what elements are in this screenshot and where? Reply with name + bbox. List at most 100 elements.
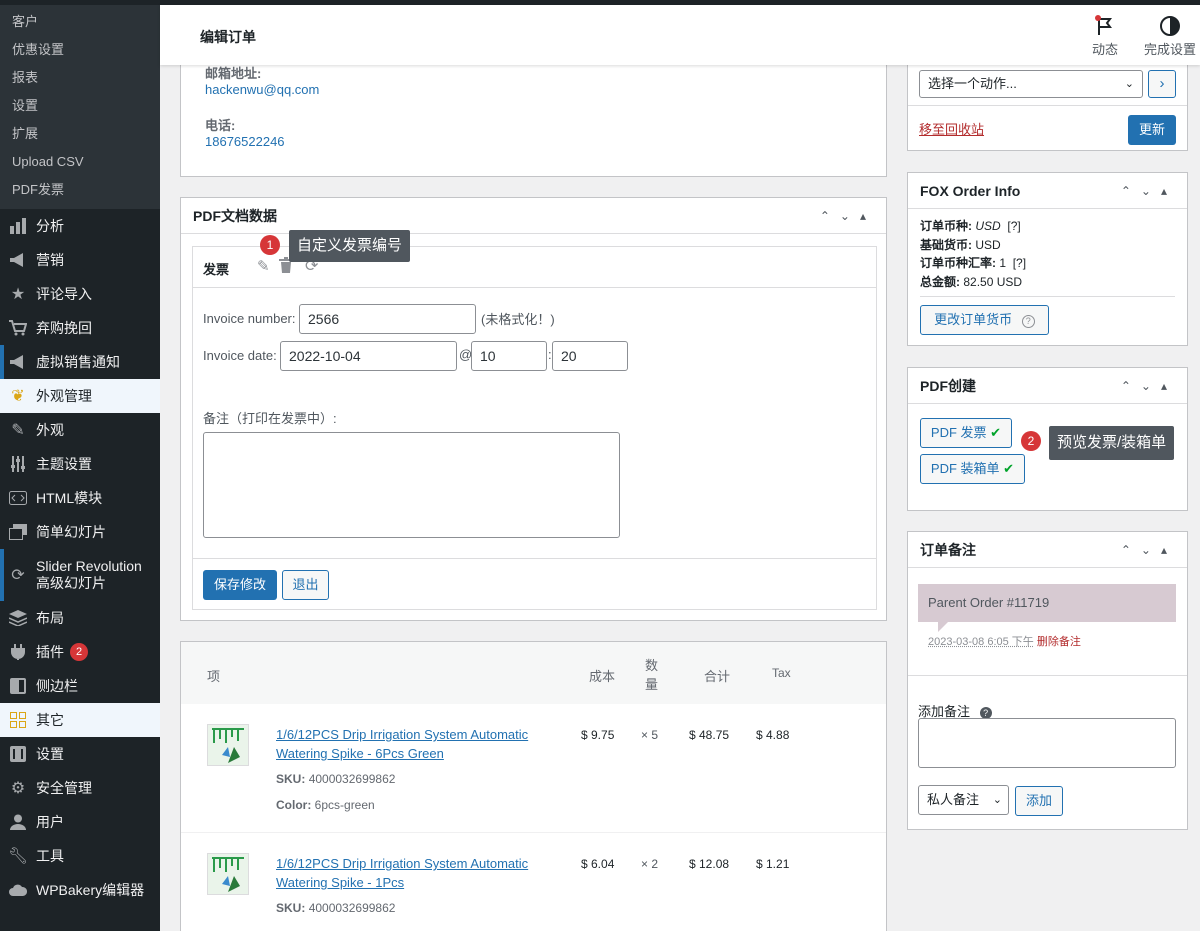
delete-note-link[interactable]: 删除备注: [1037, 636, 1081, 648]
pencil-icon[interactable]: ✎: [257, 257, 270, 275]
note-type-select[interactable]: 私人备注 ⌄: [918, 785, 1009, 815]
sidebar-item-label: 插件: [36, 642, 64, 662]
update-button[interactable]: 更新: [1128, 115, 1176, 145]
sidebar-item-html-module[interactable]: HTML模块: [0, 481, 160, 515]
table-row: 1/6/12PCS Drip Irrigation System Automat…: [181, 833, 886, 931]
product-link[interactable]: 1/6/12PCS Drip Irrigation System Automat…: [276, 725, 546, 763]
product-link[interactable]: 1/6/12PCS Drip Irrigation System Automat…: [276, 854, 546, 892]
items-table-header: 项 成本 数量 合计 Tax: [181, 642, 886, 704]
invoice-minute-input[interactable]: 20: [552, 341, 628, 371]
divider: [920, 296, 1175, 297]
finish-setup-button[interactable]: 完成设置: [1142, 15, 1198, 58]
pdf-packing-slip-button[interactable]: PDF 装箱单 ✔: [920, 454, 1025, 484]
submenu-customers[interactable]: 客户: [0, 8, 160, 36]
sidebar-item-wpbakery[interactable]: WPBakery编辑器: [0, 873, 160, 907]
fox-panel-header: FOX Order Info ⌃⌄▴: [908, 173, 1187, 209]
sidebar-item-sales-notify[interactable]: 虚拟销售通知: [0, 345, 160, 379]
invoice-note-textarea[interactable]: [203, 432, 620, 538]
pdf-document-data-panel: PDF文档数据 ⌃⌄▴ 发票 ✎ ⟳ Invoice number: 2566 …: [180, 197, 887, 621]
sliders-icon: [8, 454, 28, 474]
phone-label: 电话:: [205, 115, 235, 134]
apply-action-button[interactable]: ›: [1148, 70, 1176, 98]
invoice-box: 发票 ✎ ⟳ Invoice number: 2566 (未格式化！) Invo…: [192, 246, 877, 610]
help-link[interactable]: [?]: [1007, 219, 1020, 233]
note-textarea[interactable]: [918, 718, 1176, 768]
pdf-doc-panel-header: PDF文档数据 ⌃⌄▴: [181, 198, 886, 234]
product-thumbnail[interactable]: [207, 724, 249, 766]
submenu-extensions[interactable]: 扩展: [0, 120, 160, 148]
finish-setup-label: 完成设置: [1144, 42, 1196, 57]
phone-link[interactable]: 18676522246: [205, 134, 285, 149]
invoice-number-input[interactable]: 2566: [299, 304, 476, 334]
fox-order-info-panel: FOX Order Info ⌃⌄▴ 订单币种: USD [?] 基础货币: U…: [907, 172, 1188, 346]
layers-icon: [8, 608, 28, 628]
sidebar-item-security[interactable]: ⚙ 安全管理: [0, 771, 160, 805]
item-tax: $ 1.21: [756, 857, 789, 871]
sidebar-item-appearance-manage[interactable]: ❦ 外观管理: [0, 379, 160, 413]
panel-title: FOX Order Info: [920, 183, 1020, 199]
sidebar-item-slider-revolution[interactable]: ⟳ Slider Revolution 高级幻灯片: [0, 549, 160, 601]
sidebar-item-analytics[interactable]: 分析: [0, 209, 160, 243]
change-currency-button[interactable]: 更改订单货币 ?: [920, 305, 1049, 335]
color-label: Color:: [276, 798, 311, 812]
panel-controls[interactable]: ⌃⌄▴: [1121, 368, 1177, 404]
base-currency-label: 基础货币:: [920, 238, 972, 252]
sidebar-item-label: 弃购挽回: [36, 318, 92, 338]
sidebar-item-theme-settings[interactable]: 主题设置: [0, 447, 160, 481]
currency-label: 订单币种:: [920, 219, 972, 233]
panel-controls[interactable]: ⌃⌄▴: [820, 198, 876, 234]
invoice-date-input[interactable]: 2022-10-04: [280, 341, 457, 371]
pdf-packing-label: PDF 装箱单: [931, 461, 1000, 476]
sidebar-item-layout[interactable]: 布局: [0, 601, 160, 635]
item-qty: × 5: [641, 728, 658, 742]
move-to-trash-link[interactable]: 移至回收站: [919, 119, 984, 138]
sku-label: SKU:: [276, 901, 305, 915]
sidebar-item-other[interactable]: 其它: [0, 703, 160, 737]
chevron-down-icon: ⌄: [993, 786, 1002, 814]
submenu-reports[interactable]: 报表: [0, 64, 160, 92]
page-header: 编辑订单 动态 完成设置: [160, 5, 1200, 65]
total-value: 82.50 USD: [963, 275, 1022, 289]
sidebar-item-plugins[interactable]: 插件 2: [0, 635, 160, 669]
check-icon: ✔: [1003, 461, 1014, 476]
activity-button[interactable]: 动态: [1090, 15, 1120, 58]
save-changes-button[interactable]: 保存修改: [203, 570, 277, 600]
invoice-title: 发票: [203, 259, 229, 278]
submenu-coupons[interactable]: 优惠设置: [0, 36, 160, 64]
invoice-hour-input[interactable]: 10: [471, 341, 547, 371]
sidebar-item-simple-slides[interactable]: 简单幻灯片: [0, 515, 160, 549]
action-select[interactable]: 选择一个动作... ⌄: [919, 70, 1143, 98]
sidebar-item-label: 用户: [36, 812, 64, 832]
pdf-invoice-button[interactable]: PDF 发票 ✔: [920, 418, 1012, 448]
submenu-upload-csv[interactable]: Upload CSV: [0, 148, 160, 176]
sidebar-item-cart-recovery[interactable]: 弃购挽回: [0, 311, 160, 345]
sidebar-item-review-import[interactable]: ★ 评论导入: [0, 277, 160, 311]
sidebar-item-marketing[interactable]: 营销: [0, 243, 160, 277]
help-link[interactable]: [?]: [1013, 256, 1026, 270]
sidebar-item-sidebars[interactable]: 侧边栏: [0, 669, 160, 703]
submenu-settings[interactable]: 设置: [0, 92, 160, 120]
check-icon: ✔: [990, 425, 1001, 440]
megaphone-icon: [8, 352, 28, 372]
sidebar-item-tools[interactable]: 🔧︎ 工具: [0, 839, 160, 873]
sidebar-item-users[interactable]: 用户: [0, 805, 160, 839]
panel-controls[interactable]: ⌃⌄▴: [1121, 532, 1177, 568]
sidebar-item-settings[interactable]: 设置: [0, 737, 160, 771]
brush-icon: ✎: [8, 420, 28, 440]
sidebar-item-label: 布局: [36, 608, 64, 628]
preview-tooltip: 预览发票/装箱单: [1049, 426, 1174, 460]
product-thumbnail[interactable]: [207, 853, 249, 895]
note-tail: [938, 622, 948, 632]
sidebar-item-label: 设置: [36, 744, 64, 764]
unformatted-note: (未格式化！): [481, 309, 555, 328]
add-note-button[interactable]: 添加: [1015, 786, 1063, 816]
sidebar-item-appearance[interactable]: ✎ 外观: [0, 413, 160, 447]
exit-button[interactable]: 退出: [282, 570, 329, 600]
submenu-pdf-invoices[interactable]: PDF发票: [0, 176, 160, 204]
panel-controls[interactable]: ⌃⌄▴: [1121, 173, 1177, 209]
gear-icon: ⚙: [8, 778, 28, 798]
sidebar-item-label: 虚拟销售通知: [36, 352, 120, 372]
palm-icon: ❦: [8, 386, 28, 406]
sidebar-item-label: 外观: [36, 420, 64, 440]
email-link[interactable]: hackenwu@qq.com: [205, 82, 319, 97]
